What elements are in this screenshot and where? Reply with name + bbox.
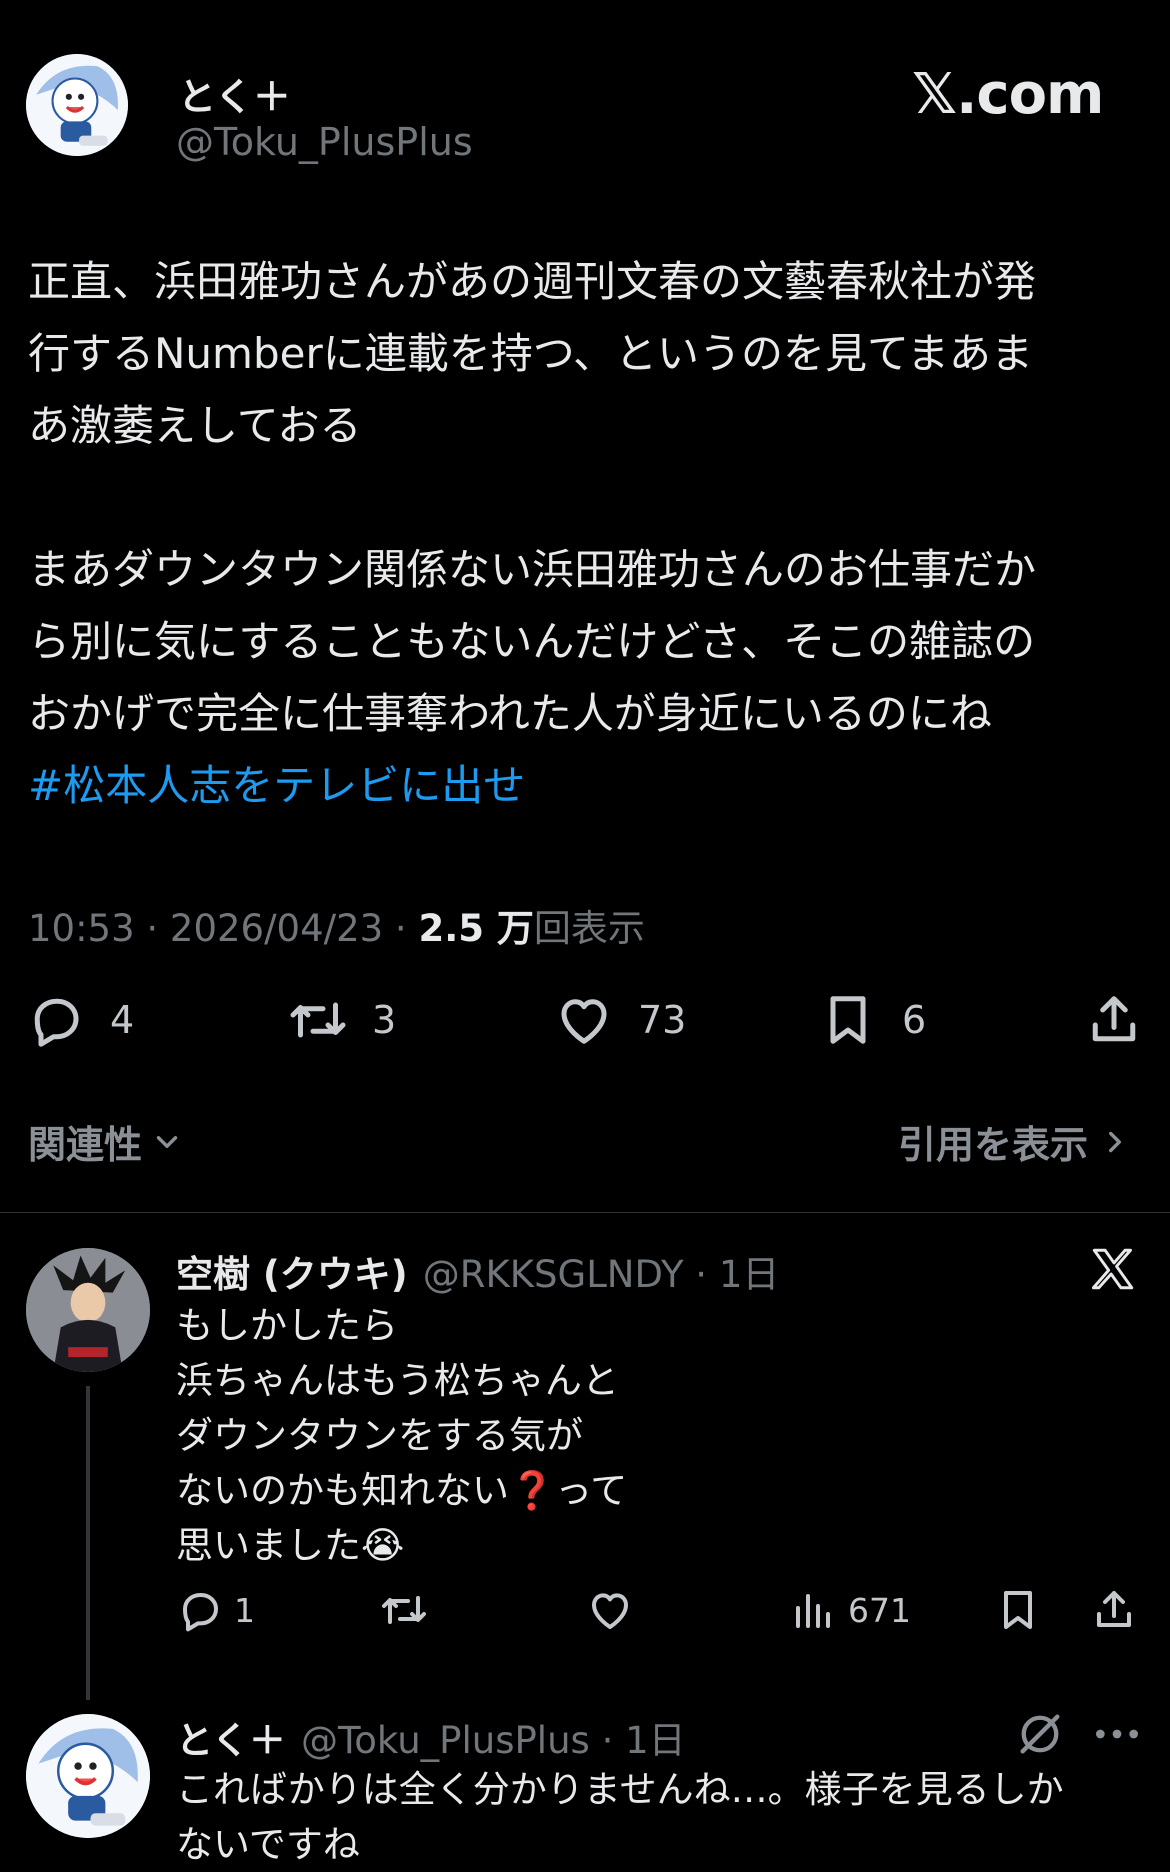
reply-1-reply-button[interactable]: 1 <box>176 1586 255 1634</box>
tweet-hashtag[interactable]: #松本人志をテレビに出せ <box>28 750 525 822</box>
reply-2-text: こればかりは全く分かりませんね…。様子を見るしか ないですね <box>176 1768 1064 1866</box>
reply-2-header: とく＋ @Toku_PlusPlus · 1日 <box>176 1710 686 1764</box>
reply-1-text: もしかしたら 浜ちゃんはもう松ちゃんと ダウンタウンをする気が ないのかも知れな… <box>176 1304 628 1567</box>
view-quotes-link[interactable]: 引用を表示 <box>898 1114 1132 1169</box>
reply-author-handle[interactable]: @RKKSGLNDY · 1日 <box>423 1253 780 1296</box>
views-count: 2.5 万 <box>418 907 534 950</box>
like-count: 73 <box>638 998 687 1042</box>
share-button[interactable] <box>1084 990 1144 1050</box>
views-label: 回表示 <box>533 907 645 950</box>
chevron-right-icon <box>1109 1131 1121 1152</box>
reply-1-retweet-button[interactable] <box>380 1586 428 1634</box>
grok-icon[interactable] <box>1014 1708 1066 1760</box>
bookmark-icon <box>830 996 866 1044</box>
chevron-down-icon <box>156 1135 178 1148</box>
bookmark-count: 6 <box>902 998 927 1042</box>
reply-1-share-button[interactable] <box>1090 1586 1138 1634</box>
reply-1-views-count: 671 <box>848 1590 911 1630</box>
tweet-timestamp[interactable]: 10:53 · 2026/04/23 · <box>28 907 418 950</box>
retweet-count: 3 <box>372 998 397 1042</box>
share-icon <box>1092 996 1136 1042</box>
reply-1-like-button[interactable] <box>586 1586 634 1634</box>
like-button[interactable]: 73 <box>554 990 686 1050</box>
reply-author-name[interactable]: 空樹 (クウキ) <box>176 1253 408 1296</box>
x-logo-icon <box>1088 1244 1138 1294</box>
reply-button[interactable]: 4 <box>26 990 134 1050</box>
share-icon <box>1097 1591 1131 1627</box>
tweet-body: 正直、浜田雅功さんがあの週刊文春の文藝春秋社が発 行するNumberに連載を持つ… <box>28 257 1037 738</box>
reply-1-views-button[interactable]: 671 <box>790 1586 911 1634</box>
author-handle[interactable]: @Toku_PlusPlus <box>176 120 473 164</box>
sort-dropdown[interactable]: 関連性 <box>28 1114 184 1169</box>
reply-1-reply-count: 1 <box>234 1590 255 1630</box>
section-divider <box>0 1212 1170 1213</box>
author-avatar[interactable] <box>26 54 128 156</box>
reply-2-author-name[interactable]: とく＋ <box>176 1719 286 1762</box>
tweet-meta: 10:53 · 2026/04/23 · 2.5 万回表示 <box>28 898 645 952</box>
author-name[interactable]: とく＋ <box>178 66 291 121</box>
more-icon[interactable] <box>1092 1714 1142 1754</box>
retweet-icon <box>382 1596 426 1624</box>
reply-1-header: 空樹 (クウキ) @RKKSGLNDY · 1日 <box>176 1244 779 1298</box>
bookmark-icon <box>1004 1591 1032 1629</box>
like-icon <box>561 999 607 1044</box>
reply-1-bookmark-button[interactable] <box>994 1586 1042 1634</box>
reply-icon <box>183 1593 218 1632</box>
retweet-button[interactable]: 3 <box>288 990 396 1050</box>
reply-icon <box>34 998 79 1047</box>
thread-connector <box>86 1386 90 1700</box>
view-quotes-label: 引用を表示 <box>898 1123 1089 1167</box>
reply-2-avatar[interactable] <box>26 1714 150 1838</box>
reply-count: 4 <box>110 998 135 1042</box>
like-icon <box>592 1593 628 1629</box>
reply-2-author-handle[interactable]: @Toku_PlusPlus · 1日 <box>301 1719 686 1762</box>
x-com-logo: 𝕏.com <box>912 62 1104 127</box>
retweet-icon <box>290 1002 346 1038</box>
views-icon <box>796 1594 830 1628</box>
bookmark-button[interactable]: 6 <box>818 990 926 1050</box>
sort-label: 関連性 <box>28 1123 143 1167</box>
reply-avatar[interactable] <box>26 1248 150 1372</box>
